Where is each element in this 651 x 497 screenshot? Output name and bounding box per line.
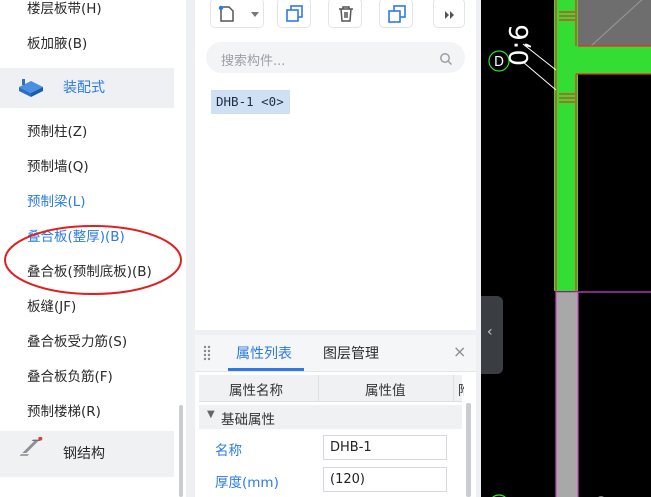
chevron-down-icon (251, 12, 259, 17)
active-tab-indicator (228, 368, 304, 371)
cad-drawing-canvas[interactable]: D 0;6 (481, 0, 651, 497)
column-header-extra: 附 (458, 379, 464, 399)
column-header-value: 属性值 (365, 383, 406, 399)
wall-horizontal (554, 46, 651, 74)
property-row-thickness: 厚度(mm) (120) (199, 464, 462, 496)
nav-item-composite-slab-full[interactable]: 叠合板(整厚)(B) (0, 220, 174, 254)
property-name: 厚度(mm) (215, 475, 279, 491)
component-list-panel: 搜索构件... DHB-1 <0> (195, 0, 481, 330)
property-group-basic[interactable]: ▼ 基础属性 (199, 405, 462, 429)
nav-category-prefab-label: 装配式 (63, 80, 105, 96)
properties-panel: 属性列表 图层管理 × 属性名称 属性值 附 ▼ 基础属性 名称 DHB-1 厚… (195, 335, 476, 497)
tab-layer-management[interactable]: 图层管理 (323, 343, 379, 363)
property-group-label: 基础属性 (221, 412, 275, 428)
nav-item-composite-main-rebar[interactable]: 叠合板受力筋(S) (0, 325, 174, 359)
nav-divider (186, 0, 195, 497)
nav-item-prefab-column[interactable]: 预制柱(Z) (0, 115, 174, 149)
tab-property-list[interactable]: 属性列表 (236, 343, 292, 363)
delete-icon (339, 6, 353, 22)
property-name: 名称 (215, 443, 242, 459)
dimension-label: 0;6 (505, 24, 535, 66)
nav-category-steel[interactable]: 钢结构 (0, 431, 174, 477)
layer-copy-icon (388, 5, 406, 23)
nav-category-prefab[interactable]: 装配式 (0, 68, 174, 108)
axis-tag-label: D (494, 55, 504, 70)
property-value-field[interactable]: (120) (323, 467, 447, 492)
component-tree-nav: 楼层板带(H) 板加腋(B) 装配式 预制柱(Z) 预制墙(Q) 预制梁(L) … (0, 0, 186, 497)
column-divider[interactable] (453, 375, 454, 401)
precast-slab-strip (555, 291, 579, 497)
slab-region (576, 0, 651, 47)
nav-item-prefab-beam[interactable]: 预制梁(L) (0, 185, 174, 219)
nav-item-floor-slab-band[interactable]: 楼层板带(H) (0, 0, 174, 26)
copy-button[interactable] (277, 0, 311, 28)
double-chevron-right-icon (445, 11, 454, 19)
delete-button[interactable] (328, 0, 362, 28)
column-divider[interactable] (318, 375, 319, 401)
collapse-triangle-icon[interactable]: ▼ (207, 409, 215, 420)
nav-item-prefab-stair[interactable]: 预制楼梯(R) (0, 395, 174, 429)
more-button[interactable] (433, 0, 465, 28)
properties-tab-bar: 属性列表 图层管理 × (195, 335, 476, 372)
wall-vertical (554, 0, 578, 291)
copy-icon (286, 5, 303, 22)
cad-drawing: D 0;6 (488, 0, 651, 497)
room-void (578, 74, 651, 294)
column-header-name: 属性名称 (229, 383, 283, 399)
properties-table-header: 属性名称 属性值 附 (199, 375, 464, 402)
nav-category-steel-label: 钢结构 (63, 446, 105, 462)
nav-item-composite-negative-rebar[interactable]: 叠合板负筋(F) (0, 360, 174, 394)
layer-copy-button[interactable] (379, 0, 413, 28)
nav-scrollbar[interactable] (179, 405, 183, 497)
drag-handle-icon[interactable] (203, 345, 211, 361)
new-component-icon (218, 5, 234, 22)
property-value-field[interactable]: DHB-1 (323, 435, 447, 460)
close-icon[interactable]: × (453, 342, 466, 361)
nav-item-composite-slab-precast[interactable]: 叠合板(预制底板)(B) (0, 255, 174, 289)
search-icon[interactable] (439, 52, 453, 66)
prefab-stack-icon (19, 79, 43, 97)
chevron-left-icon: ‹ (487, 324, 493, 340)
properties-scrollbar[interactable] (466, 403, 471, 497)
component-list-item[interactable]: DHB-1 <0> (211, 90, 290, 114)
collapse-panel-button[interactable]: ‹ (481, 296, 503, 374)
property-row-name: 名称 DHB-1 (199, 432, 462, 464)
nav-item-slab-joint[interactable]: 板缝(JF) (0, 290, 174, 324)
steel-beam-icon (19, 437, 43, 456)
nav-item-slab-haunch[interactable]: 板加腋(B) (0, 27, 174, 61)
search-placeholder: 搜索构件... (221, 54, 286, 69)
nav-item-prefab-wall[interactable]: 预制墙(Q) (0, 150, 174, 184)
new-component-button[interactable] (210, 0, 264, 28)
